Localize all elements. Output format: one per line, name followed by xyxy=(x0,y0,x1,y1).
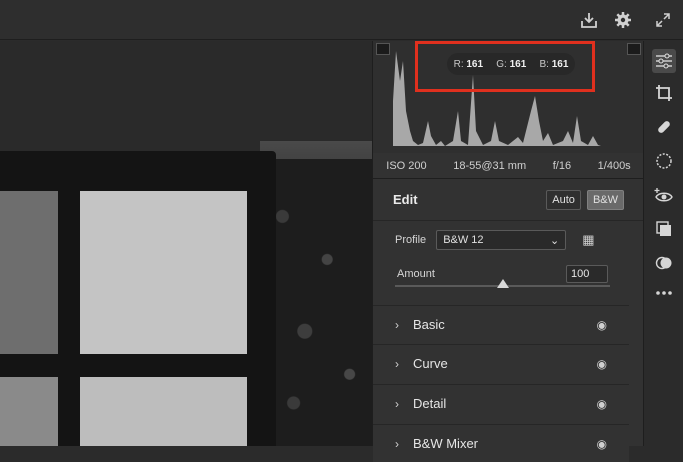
exif-iso: ISO 200 xyxy=(386,159,427,172)
bw-button[interactable]: B&W xyxy=(586,189,624,210)
image-canvas[interactable] xyxy=(0,41,372,446)
section-detail[interactable]: › Detail ◉ xyxy=(373,384,629,422)
profile-value: B&W 12 xyxy=(443,234,484,246)
presets-icon[interactable] xyxy=(652,217,676,241)
snapshots-icon[interactable] xyxy=(652,251,676,275)
histogram: R: 161 G: 161 B: 161 xyxy=(373,41,644,153)
photo-patch xyxy=(80,377,247,446)
amount-input[interactable]: 100 xyxy=(566,265,608,283)
edit-title: Edit xyxy=(393,192,418,207)
amount-slider-thumb[interactable] xyxy=(496,279,509,288)
right-toolbar xyxy=(643,41,683,446)
exif-shutter: 1/400s xyxy=(597,159,631,172)
photo-patch xyxy=(0,191,58,354)
photo-foliage xyxy=(260,159,372,446)
section-curve[interactable]: › Curve ◉ xyxy=(373,344,629,382)
sliders-icon[interactable] xyxy=(652,49,676,73)
healing-icon[interactable] xyxy=(652,115,676,139)
exif-info: ISO 200 18-55@31 mm f/16 1/400s xyxy=(373,153,644,179)
profile-browser-icon[interactable]: ▦ xyxy=(582,232,594,248)
eye-icon[interactable]: ◉ xyxy=(597,437,607,451)
profile-select[interactable]: B&W 12 ⌄ xyxy=(436,230,567,250)
top-bar xyxy=(0,0,683,40)
profile-row: Profile B&W 12 ⌄ ▦ xyxy=(373,227,644,253)
exif-aperture: f/16 xyxy=(552,159,572,172)
section-label: B&W Mixer xyxy=(413,436,478,451)
section-label: Detail xyxy=(413,396,447,411)
photo-patch xyxy=(0,377,58,446)
download-icon[interactable] xyxy=(578,9,600,31)
highlight-annotation-box xyxy=(415,41,595,92)
crop-icon[interactable] xyxy=(652,81,676,105)
expand-icon[interactable] xyxy=(652,9,674,31)
chevron-right-icon: › xyxy=(395,356,399,371)
chevron-right-icon: › xyxy=(395,436,399,451)
more-icon[interactable] xyxy=(652,281,676,305)
section-label: Basic xyxy=(413,317,445,332)
photo-patch xyxy=(80,191,247,354)
chevron-right-icon: › xyxy=(395,396,399,411)
auto-button[interactable]: Auto xyxy=(546,189,581,210)
eye-icon[interactable]: ◉ xyxy=(597,357,607,371)
eye-icon[interactable]: ◉ xyxy=(597,397,607,411)
exif-lens: 18-55@31 mm xyxy=(453,159,527,172)
section-bw-mixer[interactable]: › B&W Mixer ◉ xyxy=(373,424,629,462)
amount-row: Amount 100 xyxy=(373,263,644,285)
profile-label: Profile xyxy=(395,234,427,246)
gear-icon[interactable] xyxy=(612,9,634,31)
amount-label: Amount xyxy=(397,268,435,280)
edit-panel: R: 161 G: 161 B: 161 ISO 200 18-55@31 mm… xyxy=(372,41,644,462)
mask-icon[interactable] xyxy=(652,149,676,173)
chevron-down-icon: ⌄ xyxy=(549,234,560,247)
eye-icon[interactable]: ◉ xyxy=(597,318,607,332)
section-basic[interactable]: › Basic ◉ xyxy=(373,305,629,343)
edit-header: Edit Auto B&W xyxy=(373,179,644,221)
section-label: Curve xyxy=(413,356,448,371)
photo-color-checker-board xyxy=(0,151,276,446)
chevron-right-icon: › xyxy=(395,317,399,332)
redeye-icon[interactable] xyxy=(652,183,676,207)
